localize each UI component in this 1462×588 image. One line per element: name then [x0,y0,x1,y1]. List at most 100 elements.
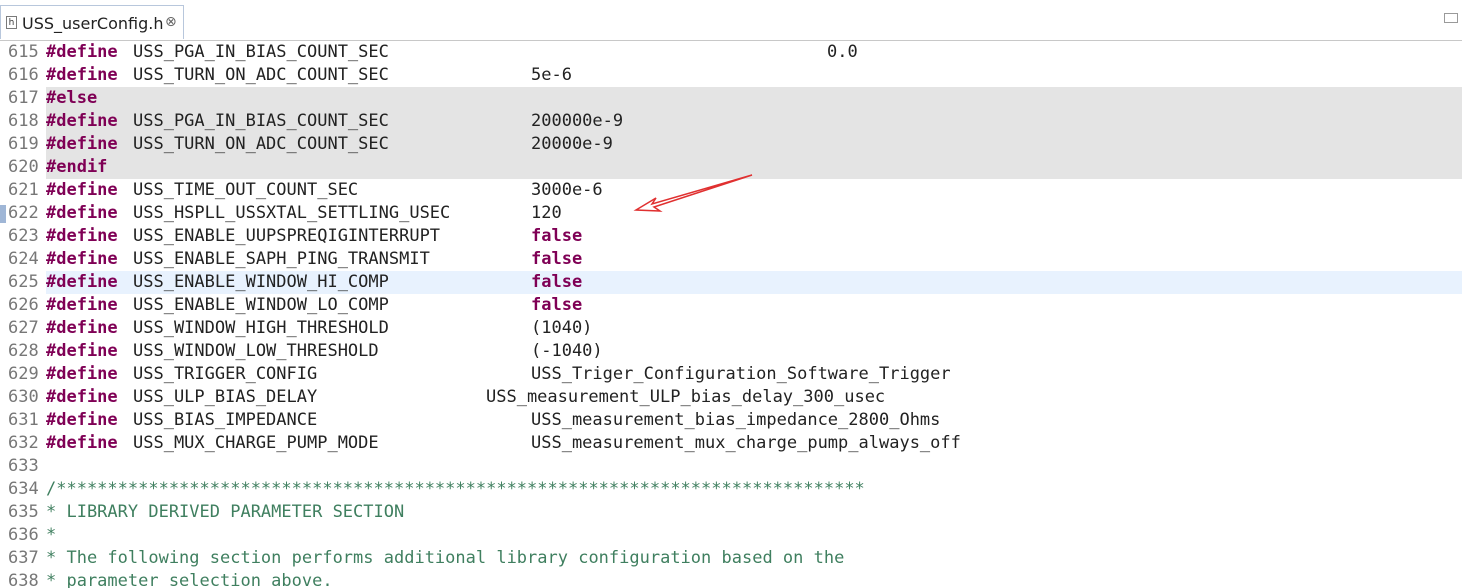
code-line[interactable]: 628 #define USS_WINDOW_LOW_THRESHOLD (-1040… [0,340,1462,363]
macro-value: USS_measurement_bias_impedance_2800_Ohms [531,410,941,430]
macro-name: USS_TIME_OUT_COUNT_SEC [133,180,359,200]
close-icon[interactable]: ⊗ [165,14,177,30]
header-file-icon: h [6,16,17,29]
preprocessor-directive: #define [46,226,118,246]
annotation-arrow [633,174,753,212]
preprocessor-directive: #define [46,249,118,269]
macro-value: 0.0 [827,42,858,62]
macro-name: USS_TRIGGER_CONFIG [133,364,318,384]
macro-name: USS_ENABLE_WINDOW_HI_COMP [133,272,389,292]
comment-text: * LIBRARY DERIVED PARAMETER SECTION [46,502,405,522]
code-line[interactable]: 637 * The following section performs addi… [0,547,1462,570]
line-number: 622 [8,203,39,223]
code-line[interactable]: 618 #define USS_PGA_IN_BIAS_COUNT_SEC 20000… [0,110,1462,133]
preprocessor-directive: #define [46,42,118,62]
preprocessor-directive: #else [46,88,98,108]
code-line[interactable]: 636 * [0,524,1462,547]
line-number: 616 [8,65,39,85]
line-number: 626 [8,295,39,315]
line-number: 617 [8,88,39,108]
code-line[interactable]: 635 * LIBRARY DERIVED PARAMETER SECTION [0,501,1462,524]
macro-value: 3000e-6 [531,180,603,200]
code-line[interactable]: 627 #define USS_WINDOW_HIGH_THRESHOLD (1040… [0,317,1462,340]
code-line[interactable]: 630 #define USS_ULP_BIAS_DELAY USS_measurem… [0,386,1462,409]
macro-value: 20000e-9 [531,134,613,154]
line-number: 634 [8,479,39,499]
preprocessor-directive: #define [46,364,118,384]
line-number: 633 [8,456,39,476]
preprocessor-directive: #define [46,65,118,85]
preprocessor-directive: #define [46,180,118,200]
line-number: 618 [8,111,39,131]
line-number: 624 [8,249,39,269]
code-line[interactable]: 631 #define USS_BIAS_IMPEDANCE USS_measurem… [0,409,1462,432]
macro-value: USS_measurement_ULP_bias_delay_300_usec [486,387,886,407]
line-number: 630 [8,387,39,407]
macro-name: USS_ULP_BIAS_DELAY [133,387,318,407]
line-number: 636 [8,525,39,545]
code-line[interactable]: 617 #else [0,87,1462,110]
preprocessor-directive: #define [46,295,118,315]
preprocessor-directive: #define [46,410,118,430]
macro-value: 5e-6 [531,65,572,85]
tab-uss-userconfig[interactable]: h USS_userConfig.h ⊗ [0,5,184,39]
code-line[interactable]: 638 * parameter selection above. [0,570,1462,588]
macro-value: USS_Triger_Configuration_Software_Trigge… [531,364,951,384]
code-line[interactable]: 632 #define USS_MUX_CHARGE_PUMP_MODE USS_me… [0,432,1462,455]
macro-name: USS_WINDOW_HIGH_THRESHOLD [133,318,389,338]
line-number: 637 [8,548,39,568]
line-number: 615 [8,42,39,62]
macro-name: USS_HSPLL_USSXTAL_SETTLING_USEC [133,203,451,223]
code-line[interactable]: 633 [0,455,1462,478]
line-number: 628 [8,341,39,361]
code-line[interactable]: 634 /************************************… [0,478,1462,501]
code-line[interactable]: 626 #define USS_ENABLE_WINDOW_LO_COMP false [0,294,1462,317]
macro-value: 120 [531,203,562,223]
macro-value: false [531,295,583,315]
macro-value: 200000e-9 [531,111,624,131]
comment-text: * The following section performs additio… [46,548,845,568]
preprocessor-directive: #define [46,387,118,407]
line-number: 619 [8,134,39,154]
preprocessor-directive: #endif [46,157,108,177]
preprocessor-directive: #define [46,272,118,292]
code-line[interactable]: 616 #define USS_TURN_ON_ADC_COUNT_SEC 5e-6 [0,64,1462,87]
line-number: 632 [8,433,39,453]
macro-name: USS_ENABLE_SAPH_PING_TRANSMIT [133,249,430,269]
comment-text: /***************************************… [46,479,865,499]
line-number: 638 [8,571,39,588]
code-line[interactable]: 624 #define USS_ENABLE_SAPH_PING_TRANSMIT f… [0,248,1462,271]
code-line[interactable]: 629 #define USS_TRIGGER_CONFIG USS_Triger_C… [0,363,1462,386]
maximize-icon[interactable] [1444,13,1458,23]
macro-name: USS_ENABLE_UUPSPREQIGINTERRUPT [133,226,441,246]
code-editor[interactable]: 615 #define USS_PGA_IN_BIAS_COUNT_SEC 0.0 61… [0,41,1462,588]
macro-value: false [531,249,583,269]
code-line[interactable]: 615 #define USS_PGA_IN_BIAS_COUNT_SEC 0.0 [0,41,1462,64]
code-line[interactable]: 625 #define USS_ENABLE_WINDOW_HI_COMP false [0,271,1462,294]
macro-name: USS_ENABLE_WINDOW_LO_COMP [133,295,389,315]
macro-name: USS_TURN_ON_ADC_COUNT_SEC [133,134,389,154]
comment-text: * [46,525,57,545]
preprocessor-directive: #define [46,341,118,361]
line-number: 629 [8,364,39,384]
line-number: 623 [8,226,39,246]
preprocessor-directive: #define [46,111,118,131]
macro-value: (1040) [531,318,593,338]
macro-value: false [531,226,583,246]
preprocessor-directive: #define [46,318,118,338]
line-number: 625 [8,272,39,292]
macro-value: (-1040) [531,341,603,361]
line-number: 621 [8,180,39,200]
code-line[interactable]: 619 #define USS_TURN_ON_ADC_COUNT_SEC 20000… [0,133,1462,156]
macro-name: USS_MUX_CHARGE_PUMP_MODE [133,433,379,453]
macro-value: false [531,272,583,292]
macro-name: USS_WINDOW_LOW_THRESHOLD [133,341,379,361]
line-number: 620 [8,157,39,177]
comment-text: * parameter selection above. [46,571,333,588]
preprocessor-directive: #define [46,134,118,154]
code-line[interactable]: 623 #define USS_ENABLE_UUPSPREQIGINTERRUPT… [0,225,1462,248]
macro-name: USS_BIAS_IMPEDANCE [133,410,318,430]
change-marker [0,205,6,223]
macro-name: USS_PGA_IN_BIAS_COUNT_SEC [133,42,389,62]
editor-tab-bar: h USS_userConfig.h ⊗ [0,0,1462,41]
